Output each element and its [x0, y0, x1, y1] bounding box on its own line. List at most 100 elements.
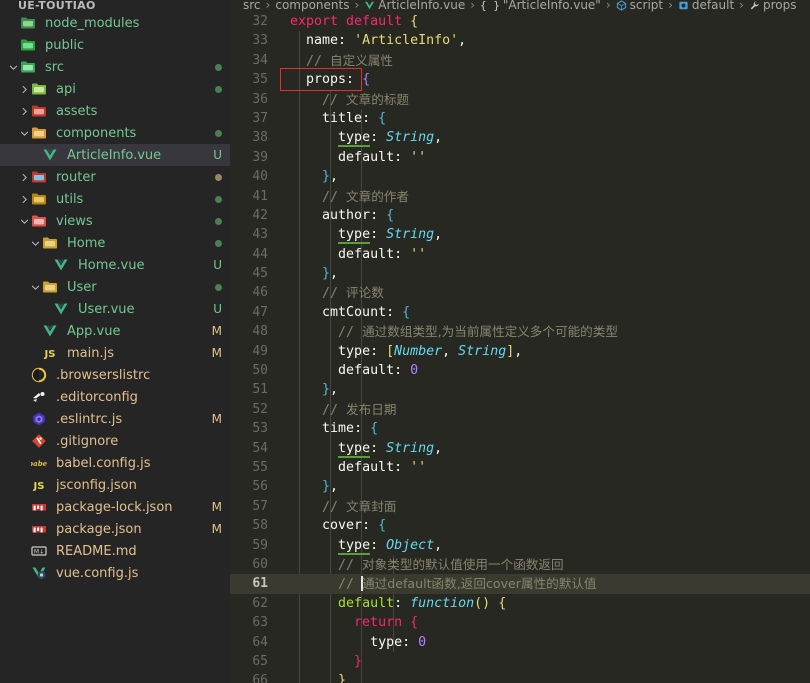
file-tree-item-label: User.vue	[78, 301, 135, 317]
code-token: ,	[434, 537, 443, 553]
chevron-down-icon[interactable]	[8, 62, 19, 73]
file-tree-item-api[interactable]: api	[0, 78, 230, 100]
code-token: String	[458, 343, 507, 359]
code-line[interactable]: 40 },	[230, 167, 810, 186]
chevron-down-icon[interactable]	[19, 128, 30, 139]
file-tree-item-home[interactable]: Home	[0, 232, 230, 254]
chevron-down-icon[interactable]	[30, 282, 41, 293]
code-line[interactable]: 46 // 评论数	[230, 283, 810, 302]
file-tree-item-router[interactable]: router	[0, 166, 230, 188]
file-tree-item-readme-md[interactable]: M↓ README.md	[0, 540, 230, 562]
code-line[interactable]: 33 name: 'ArticleInfo',	[230, 31, 810, 50]
file-tree-item-src[interactable]: src	[0, 56, 230, 78]
file-tree-item-babel-config-js[interactable]: babel babel.config.js	[0, 452, 230, 474]
code-token: }	[354, 653, 363, 669]
code-line[interactable]: 63 return {	[230, 613, 810, 632]
chevron-right-icon[interactable]	[19, 172, 30, 183]
chevron-right-icon[interactable]	[19, 106, 30, 117]
code-line[interactable]: 37 title: {	[230, 109, 810, 128]
code-line[interactable]: 48 // 通过数组类型,为当前属性定义多个可能的类型	[230, 322, 810, 341]
breadcrumb-item-articleinfo.vue[interactable]: ArticleInfo.vue	[364, 0, 465, 12]
file-tree-item-public[interactable]: public	[0, 34, 230, 56]
code-line[interactable]: 55 default: ''	[230, 458, 810, 477]
babel-icon: babel	[31, 455, 51, 471]
code-line[interactable]: 57 // 文章封面	[230, 497, 810, 516]
code-line[interactable]: 51 },	[230, 380, 810, 399]
file-tree-item-package-json[interactable]: package.json M	[0, 518, 230, 540]
file-tree-item-app-vue[interactable]: App.vue M	[0, 320, 230, 342]
file-tree-item-main-js[interactable]: JS main.js M	[0, 342, 230, 364]
file-tree-item-jsconfig-json[interactable]: JS jsconfig.json	[0, 474, 230, 496]
code-line[interactable]: 49 type: [Number, String],	[230, 342, 810, 361]
code-line[interactable]: 65 }	[230, 652, 810, 671]
code-line[interactable]: 53 time: {	[230, 419, 810, 438]
breadcrumb-item-label: default	[691, 0, 735, 12]
code-line[interactable]: 39 default: ''	[230, 148, 810, 167]
chevron-down-icon[interactable]	[19, 216, 30, 227]
code-line[interactable]: 38 type: String,	[230, 128, 810, 148]
code-line[interactable]: 52 // 发布日期	[230, 400, 810, 419]
code-line-text: // 对象类型的默认值使用一个函数返回	[288, 555, 810, 574]
code-line[interactable]: 42 author: {	[230, 206, 810, 225]
breadcrumb-item-articleinfo.vue[interactable]: { } "ArticleInfo.vue"	[480, 0, 601, 12]
file-tree-item-utils[interactable]: utils	[0, 188, 230, 210]
file-tree-item-node-modules[interactable]: node_modules	[0, 12, 230, 34]
breadcrumb-item-default[interactable]: default	[678, 0, 734, 12]
code-token: default	[338, 246, 395, 262]
code-line[interactable]: 56 },	[230, 477, 810, 496]
file-tree-item-gitignore[interactable]: .gitignore	[0, 430, 230, 452]
chevron-right-icon[interactable]	[19, 84, 30, 95]
code-line[interactable]: 64 type: 0	[230, 633, 810, 652]
breadcrumb-item-script[interactable]: script	[616, 0, 663, 12]
file-tree-item-vue-config-js[interactable]: vue.config.js	[0, 562, 230, 584]
folder-utils-icon	[31, 191, 51, 207]
file-tree-item-eslintrc-js[interactable]: .eslintrc.js M	[0, 408, 230, 430]
code-line[interactable]: 43 type: String,	[230, 225, 810, 245]
breadcrumb-item-components[interactable]: components	[275, 0, 349, 12]
code-line[interactable]: 35 props: {	[230, 70, 810, 89]
code-line[interactable]: 36 // 文章的标题	[230, 90, 810, 109]
file-tree-item-home-vue[interactable]: Home.vue U	[0, 254, 230, 276]
breadcrumb[interactable]: src › components › ArticleInfo.vue › { } "Artic…	[230, 0, 810, 12]
file-tree-item-editorconfig[interactable]: .editorconfig	[0, 386, 230, 408]
code-line[interactable]: 60 // 对象类型的默认值使用一个函数返回	[230, 555, 810, 574]
breadcrumb-item-src[interactable]: src	[243, 0, 261, 12]
code-line[interactable]: 41 // 文章的作者	[230, 187, 810, 206]
file-tree-item-articleinfo-vue[interactable]: ArticleInfo.vue U	[0, 144, 230, 166]
file-tree-item-user[interactable]: User	[0, 276, 230, 298]
code-line[interactable]: 54 type: String,	[230, 439, 810, 458]
code-line-text: default: function() {	[288, 594, 810, 613]
file-tree-item-views[interactable]: views	[0, 210, 230, 232]
code-line[interactable]: 62 default: function() {	[230, 594, 810, 613]
eslint-icon	[31, 411, 51, 427]
code-line[interactable]: 32 export default {	[230, 12, 810, 31]
code-line[interactable]: 66 }	[230, 671, 810, 683]
code-line[interactable]: 34 // 自定义属性	[230, 51, 810, 70]
file-tree-item-user-vue[interactable]: User.vue U	[0, 298, 230, 320]
code-line[interactable]: 58 cover: {	[230, 516, 810, 535]
file-tree-item-components[interactable]: components	[0, 122, 230, 144]
code-token: :	[370, 227, 387, 243]
file-tree: node_modules public src api assets components…	[0, 11, 230, 584]
file-tree-item-browserslistrc[interactable]: .browserslistrc	[0, 364, 230, 386]
code-editor[interactable]: 32 export default {33 name: 'ArticleInfo'…	[230, 12, 810, 683]
code-line[interactable]: 61 // 通过default函数,返回cover属性的默认值	[230, 574, 810, 594]
code-token: type	[338, 440, 371, 458]
code-line[interactable]: 59 type: Object,	[230, 536, 810, 555]
file-tree-item-assets[interactable]: assets	[0, 100, 230, 122]
code-token: 通过数组类型,为当前属性定义多个可能的类型	[362, 324, 618, 340]
code-token: :	[394, 149, 411, 165]
breadcrumb-item-props[interactable]: props	[749, 0, 796, 12]
chevron-down-icon[interactable]	[30, 238, 41, 249]
code-line[interactable]: 44 default: ''	[230, 245, 810, 264]
code-line[interactable]: 50 default: 0	[230, 361, 810, 380]
file-tree-item-package-lock-json[interactable]: package-lock.json M	[0, 496, 230, 518]
chevron-right-icon[interactable]	[19, 194, 30, 205]
code-line[interactable]: 47 cmtCount: {	[230, 303, 810, 322]
code-line[interactable]: 45 },	[230, 264, 810, 283]
